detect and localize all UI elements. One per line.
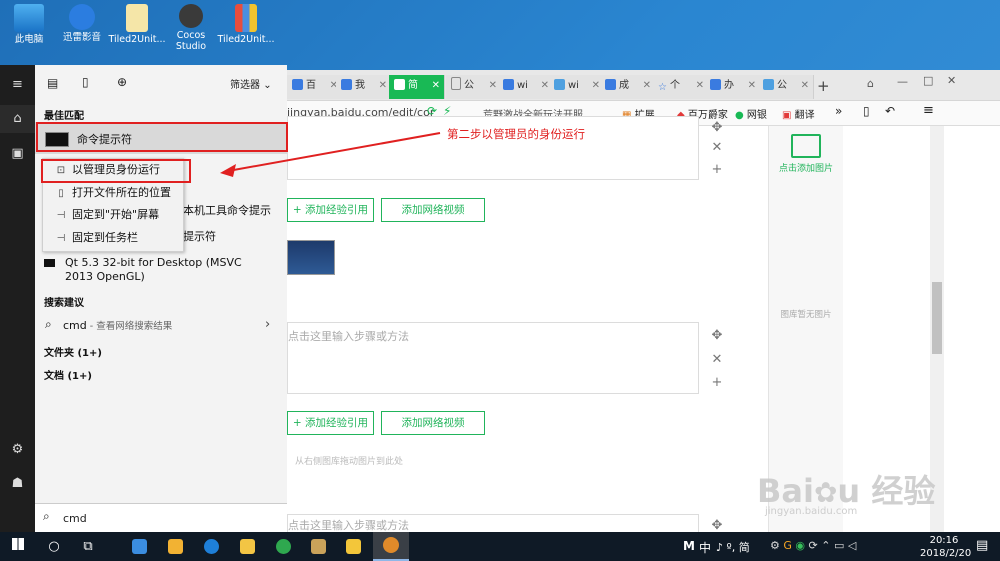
- ime-extra[interactable]: ♪ º, 简: [716, 539, 750, 555]
- clock-time: 20:16: [929, 535, 959, 546]
- circle-icon: ○: [48, 539, 60, 554]
- network-icon[interactable]: ▭: [834, 539, 844, 552]
- file-explorer-icon[interactable]: [240, 539, 255, 554]
- windows-start-button[interactable]: [0, 532, 36, 561]
- clock-date: 2018/2/20: [920, 548, 972, 559]
- notifications-icon[interactable]: ▤: [976, 538, 988, 553]
- sync-tray-icon[interactable]: ⟳: [809, 539, 818, 552]
- annotation-arrow: [220, 132, 441, 177]
- security-tray-icon[interactable]: ◉: [795, 539, 805, 552]
- ime-language[interactable]: 中: [699, 539, 711, 556]
- app-icon-5[interactable]: [276, 539, 291, 554]
- tray-icons: ⚙ G ◉ ⟳ ⌃ ▭ ◁: [770, 539, 856, 552]
- app-icon-1[interactable]: [132, 539, 147, 554]
- active-app-button[interactable]: [373, 532, 409, 561]
- settings-tray-icon[interactable]: ⚙: [770, 539, 780, 552]
- task-view-button[interactable]: ⧉: [70, 532, 106, 561]
- task-view-icon: ⧉: [83, 539, 93, 554]
- edge-icon[interactable]: [204, 539, 219, 554]
- app-icon-7[interactable]: [346, 539, 361, 554]
- g-tray-icon[interactable]: G: [783, 539, 792, 552]
- clock[interactable]: 20:16 2018/2/20: [920, 534, 972, 560]
- ime-mode[interactable]: M: [683, 539, 695, 553]
- taskbar: ○ ⧉ M 中 ♪ º, 简 ⚙ G ◉ ⟳ ⌃ ▭ ◁ 20:16 2018/…: [0, 532, 1000, 561]
- app-icon-2[interactable]: [168, 539, 183, 554]
- app-icon-6[interactable]: [311, 539, 326, 554]
- windows-logo-icon: [12, 538, 24, 550]
- browser-app-icon: [383, 537, 399, 553]
- volume-icon[interactable]: ◁: [848, 539, 856, 552]
- chevron-up-icon[interactable]: ⌃: [821, 539, 830, 552]
- cortana-button[interactable]: ○: [36, 532, 72, 561]
